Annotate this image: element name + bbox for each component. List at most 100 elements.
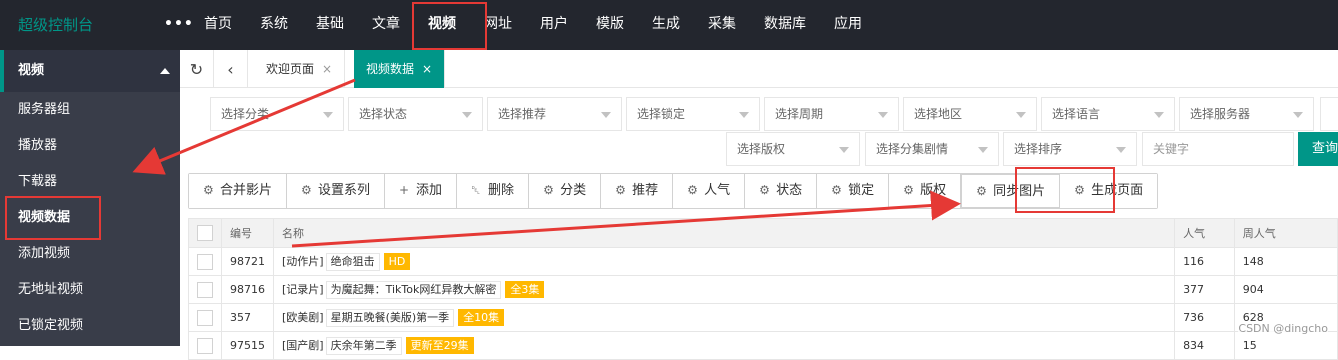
toolbar-button[interactable]: ⚙ 推荐: [601, 174, 674, 208]
filter-select[interactable]: 选择状态: [348, 97, 483, 131]
video-name-link[interactable]: 星期五晚餐(美版)第一季: [325, 308, 455, 327]
filter-select-overflow[interactable]: [1320, 97, 1338, 131]
close-icon[interactable]: ×: [322, 62, 332, 76]
video-name-link[interactable]: 为魔起舞：TikTok网红异教大解密: [325, 280, 502, 299]
toolbar-button[interactable]: ⚙ 锁定: [817, 174, 890, 208]
col-week-header[interactable]: 周人气: [1233, 218, 1338, 248]
row-select-cell: [188, 247, 222, 276]
trash-icon: ␡: [471, 183, 481, 197]
hits-cell: 116: [1174, 247, 1235, 276]
status-badge: 全3集: [505, 280, 545, 298]
top-navbar: 超级控制台 ••• 首页 系统 基础 文章 视频 网址 用户 模版 生成 采集 数据库 应用: [0, 0, 1338, 50]
toolbar-button-label: 合并影片: [220, 183, 273, 198]
nav-item[interactable]: 数据库: [750, 0, 820, 50]
col-id-header[interactable]: 编号: [221, 218, 274, 248]
nav-item[interactable]: 模版: [582, 0, 638, 50]
nav-item[interactable]: 文章: [358, 0, 414, 50]
hits-value: 116: [1183, 255, 1205, 268]
gear-icon: ⚙: [301, 183, 312, 197]
nav-item[interactable]: 生成: [638, 0, 694, 50]
select-all-cell: [188, 218, 222, 248]
sidebar-item[interactable]: 下载器: [0, 164, 180, 200]
sidebar-item[interactable]: 无地址视频: [0, 272, 180, 308]
video-id: 357: [230, 311, 251, 324]
toolbar-button[interactable]: + 添加: [385, 174, 458, 208]
toolbar-button[interactable]: ␡ 删除: [457, 174, 530, 208]
sidebar-item[interactable]: 已锁定视频: [0, 308, 180, 344]
tab-label: 欢迎页面: [266, 62, 315, 76]
id-cell: 357: [221, 303, 274, 332]
table-row[interactable]: 98716 [记录片] 为魔起舞：TikTok网红异教大解密 全3集 377 904: [188, 275, 1338, 304]
filter-select[interactable]: 选择锁定: [626, 97, 760, 131]
chevron-down-icon: [462, 112, 472, 118]
gear-icon: ⚙: [615, 183, 626, 197]
row-checkbox[interactable]: [197, 253, 213, 270]
table-row[interactable]: 98721 [动作片] 绝命狙击 HD 116 148: [188, 247, 1338, 276]
row-checkbox[interactable]: [197, 309, 213, 326]
status-badge: HD: [383, 252, 411, 270]
filter-panel: 选择分类 选择状态 选择推荐 选择锁定 选择周期 选择地区 选择语言 选择服务器选择版权 选择分…: [180, 88, 1338, 168]
sidebar: 视频 服务器组 播放器 下载器 视频数据 添加视频 无地址视频 已锁定视频: [0, 50, 180, 346]
toolbar-button[interactable]: ⚙ 生成页面: [1060, 174, 1158, 208]
col-hits-header[interactable]: 人气: [1174, 218, 1235, 248]
sidebar-item[interactable]: 添加视频: [0, 236, 180, 272]
keyword-input[interactable]: 关键字: [1142, 132, 1294, 166]
row-checkbox[interactable]: [197, 281, 213, 298]
app-logo[interactable]: 超级控制台: [18, 0, 93, 50]
toolbar-button-label: 人气: [704, 183, 731, 198]
toolbar-button-label: 锁定: [848, 183, 875, 198]
tab-video-data[interactable]: 视频数据 ×: [354, 50, 446, 88]
row-select-cell: [188, 275, 222, 304]
nav-item[interactable]: 网址: [470, 0, 526, 50]
nav-item[interactable]: 采集: [694, 0, 750, 50]
col-name-header[interactable]: 名称: [272, 218, 1176, 248]
sidebar-item[interactable]: 播放器: [0, 128, 180, 164]
nav-item[interactable]: 系统: [246, 0, 302, 50]
toolbar-button[interactable]: ⚙ 状态: [745, 174, 818, 208]
filter-select[interactable]: 选择分集剧情: [865, 132, 999, 166]
close-icon[interactable]: ×: [422, 62, 432, 76]
filter-select[interactable]: 选择推荐: [487, 97, 622, 131]
chevron-left-icon[interactable]: ‹: [214, 50, 248, 88]
filter-select[interactable]: 选择周期: [764, 97, 899, 131]
filter-select[interactable]: 选择语言: [1041, 97, 1175, 131]
toolbar-button[interactable]: ⚙ 设置系列: [287, 174, 386, 208]
filter-select-label: 选择分类: [221, 107, 270, 121]
gear-icon: ⚙: [203, 183, 214, 197]
toolbar-button[interactable]: ⚙ 分类: [529, 174, 602, 208]
filter-select[interactable]: 选择排序: [1003, 132, 1137, 166]
nav-item[interactable]: 基础: [302, 0, 358, 50]
query-button[interactable]: 查询: [1298, 132, 1338, 166]
hits-value: 377: [1183, 283, 1205, 296]
filter-select[interactable]: 选择分类: [210, 97, 344, 131]
filter-select[interactable]: 选择地区: [903, 97, 1037, 131]
sidebar-section-label: 视频: [18, 63, 45, 78]
toolbar-button[interactable]: ⚙ 合并影片: [189, 174, 288, 208]
gear-icon: ⚙: [543, 183, 554, 197]
toolbar-button[interactable]: ⚙ 人气: [673, 174, 746, 208]
chevron-down-icon: [878, 112, 888, 118]
toolbar-button-label: 删除: [488, 183, 515, 198]
row-select-cell: [188, 303, 222, 332]
nav-item[interactable]: 首页: [190, 0, 246, 50]
nav-item[interactable]: 应用: [820, 0, 876, 50]
filter-select[interactable]: 选择服务器: [1179, 97, 1314, 131]
nav-item[interactable]: 用户: [526, 0, 582, 50]
video-name-link[interactable]: 绝命狙击: [325, 252, 380, 271]
sidebar-item[interactable]: 服务器组: [0, 92, 180, 128]
sidebar-item[interactable]: 视频数据: [0, 200, 180, 236]
refresh-icon[interactable]: ↻: [180, 50, 214, 88]
chevron-down-icon: [323, 112, 333, 118]
select-all-checkbox[interactable]: [197, 225, 213, 241]
table-row[interactable]: 357 [欧美剧] 星期五晚餐(美版)第一季 全10集 736 628: [188, 303, 1338, 332]
filter-select[interactable]: 选择版权: [726, 132, 860, 166]
filter-select-label: 选择排序: [1014, 142, 1063, 156]
chevron-down-icon: [601, 112, 611, 118]
chevron-down-icon: [739, 112, 749, 118]
toolbar-button[interactable]: ⚙ 同步图片: [961, 174, 1061, 208]
tab-welcome[interactable]: 欢迎页面 ×: [254, 50, 346, 88]
nav-item[interactable]: 视频: [414, 0, 470, 50]
toolbar-button[interactable]: ⚙ 版权: [889, 174, 962, 208]
sidebar-section-video[interactable]: 视频: [0, 50, 180, 92]
name-cell: [记录片] 为魔起舞：TikTok网红异教大解密 全3集: [272, 275, 1176, 304]
